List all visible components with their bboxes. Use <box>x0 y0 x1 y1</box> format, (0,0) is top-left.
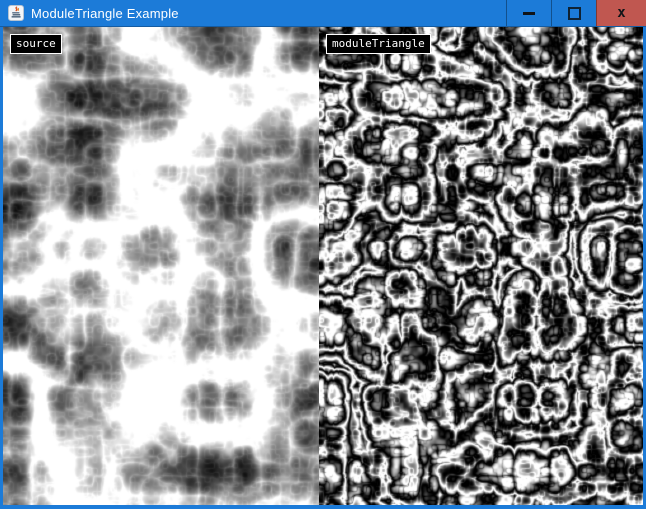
java-coffee-cup-icon <box>8 5 24 21</box>
window-controls: x <box>506 0 646 26</box>
moduletriangle-label: moduleTriangle <box>326 34 431 54</box>
moduletriangle-texture-canvas <box>319 27 643 505</box>
panel-source: source <box>3 27 319 505</box>
minimize-icon <box>523 12 535 15</box>
maximize-button[interactable] <box>551 0 596 26</box>
close-button[interactable]: x <box>596 0 646 26</box>
minimize-button[interactable] <box>506 0 551 26</box>
window-title: ModuleTriangle Example <box>31 6 506 21</box>
maximize-icon <box>568 7 581 20</box>
source-texture-canvas <box>3 27 319 505</box>
source-label: source <box>10 34 62 54</box>
titlebar[interactable]: ModuleTriangle Example x <box>0 0 646 27</box>
app-window: ModuleTriangle Example x source moduleTr… <box>0 0 646 509</box>
panel-moduletriangle: moduleTriangle <box>319 27 643 505</box>
window-frame-border <box>0 505 646 509</box>
close-icon: x <box>617 6 625 20</box>
content-area: source moduleTriangle <box>3 27 643 505</box>
